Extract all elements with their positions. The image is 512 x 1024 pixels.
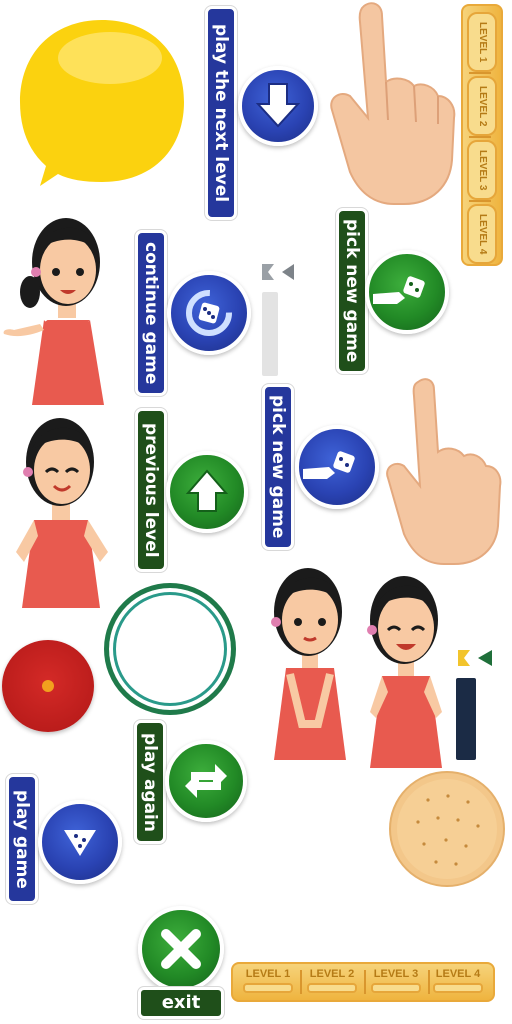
pick-new-game-label-blue: pick new game bbox=[262, 384, 294, 550]
cookie-icon bbox=[389, 771, 505, 887]
pointing-hand-icon bbox=[386, 378, 502, 565]
refresh-icon bbox=[185, 764, 227, 798]
play-game-label: play game bbox=[6, 774, 38, 904]
slider-track bbox=[262, 292, 278, 376]
level-label: LEVEL 2 bbox=[477, 85, 488, 127]
level-selector-horizontal: LEVEL 1 LEVEL 2 LEVEL 3 LEVEL 4 bbox=[231, 962, 495, 1002]
pick-new-game-button-blue[interactable] bbox=[295, 425, 379, 509]
pointing-hand-icon bbox=[330, 2, 456, 205]
level-2-cell[interactable]: LEVEL 2 bbox=[467, 76, 497, 136]
level-label: LEVEL 2 bbox=[309, 968, 355, 980]
speech-bubble-icon bbox=[14, 14, 190, 194]
previous-level-button[interactable] bbox=[166, 451, 248, 533]
level-1-cell[interactable]: LEVEL 1 bbox=[467, 12, 497, 72]
girl-character-waving bbox=[3, 218, 104, 405]
girl-character-happy bbox=[367, 576, 442, 768]
level-label: LEVEL 3 bbox=[373, 968, 419, 980]
level-selector-vertical: LEVEL 1 LEVEL 2 LEVEL 3 LEVEL 4 bbox=[461, 4, 503, 266]
level-3-cell[interactable]: LEVEL 3 bbox=[367, 967, 425, 995]
red-round-button[interactable] bbox=[2, 640, 94, 732]
slider-track bbox=[456, 678, 476, 760]
level-label: LEVEL 3 bbox=[477, 149, 488, 191]
continue-game-label: continue game bbox=[135, 230, 167, 396]
play-game-button[interactable] bbox=[38, 800, 122, 884]
level-label: LEVEL 4 bbox=[477, 213, 488, 255]
slider-handle-gray[interactable] bbox=[256, 258, 300, 376]
dice-refresh-icon bbox=[186, 290, 232, 336]
play-next-level-label: play the next level bbox=[205, 6, 237, 220]
dice-hand-icon bbox=[303, 451, 355, 479]
girl-character-laughing bbox=[16, 418, 108, 608]
close-icon bbox=[161, 929, 201, 969]
previous-level-label: previous level bbox=[135, 408, 167, 572]
pick-new-game-button-green[interactable] bbox=[365, 250, 449, 334]
pick-new-game-label-green: pick new game bbox=[336, 208, 368, 374]
level-1-cell[interactable]: LEVEL 1 bbox=[239, 967, 297, 995]
level-4-cell[interactable]: LEVEL 4 bbox=[429, 967, 487, 995]
up-arrow-icon bbox=[185, 469, 229, 512]
play-again-label: play again bbox=[134, 720, 166, 844]
continue-game-button[interactable] bbox=[167, 271, 251, 355]
empty-ring-frame bbox=[104, 583, 236, 715]
level-label: LEVEL 1 bbox=[245, 968, 291, 980]
play-again-button[interactable] bbox=[165, 740, 247, 822]
dice-hand-icon bbox=[373, 276, 425, 304]
level-4-cell[interactable]: LEVEL 4 bbox=[467, 204, 497, 264]
level-2-cell[interactable]: LEVEL 2 bbox=[303, 967, 361, 995]
girl-character-shy bbox=[271, 568, 346, 760]
center-dot bbox=[42, 680, 54, 692]
level-label: LEVEL 4 bbox=[435, 968, 481, 980]
level-label: LEVEL 1 bbox=[477, 21, 488, 63]
play-next-level-button[interactable] bbox=[238, 66, 318, 146]
exit-label: exit bbox=[138, 987, 224, 1019]
slider-handle-dark[interactable] bbox=[454, 644, 498, 760]
dice-play-icon bbox=[64, 830, 96, 856]
down-arrow-icon bbox=[255, 83, 301, 128]
exit-button[interactable] bbox=[138, 906, 224, 992]
level-3-cell[interactable]: LEVEL 3 bbox=[467, 140, 497, 200]
